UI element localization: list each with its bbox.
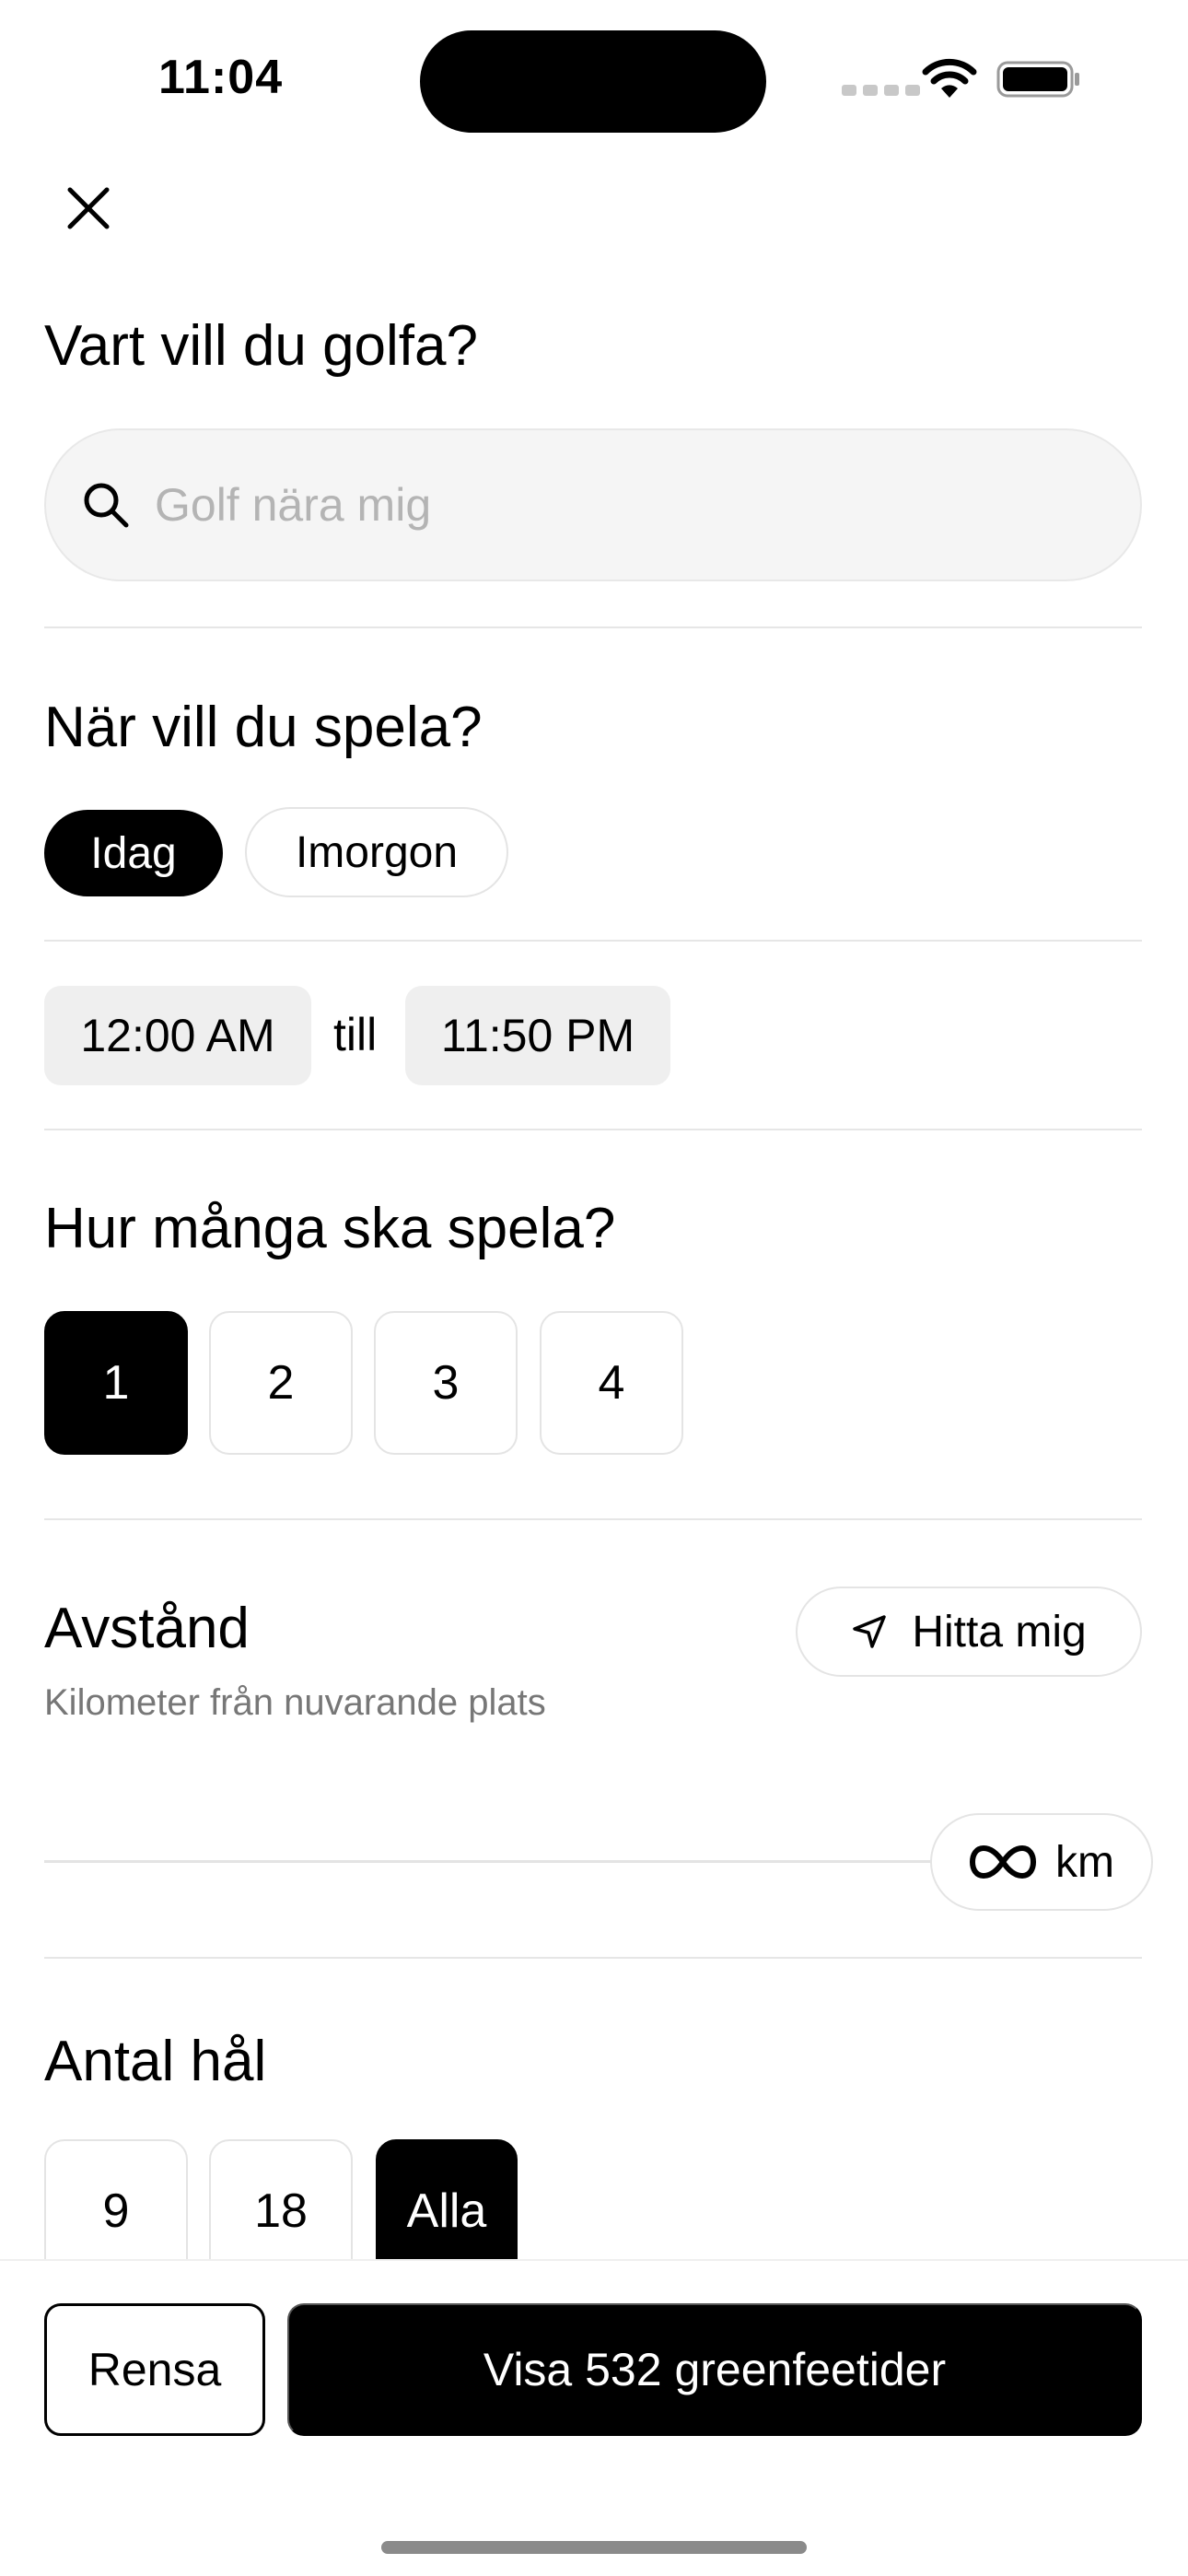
when-heading: När vill du spela?	[44, 696, 483, 759]
players-option-1[interactable]: 1	[44, 1311, 188, 1455]
holes-option-9[interactable]: 9	[44, 2139, 188, 2259]
day-option-today[interactable]: Idag	[44, 810, 223, 896]
divider	[44, 626, 1142, 628]
battery-icon	[996, 61, 1079, 98]
distance-unit: km	[1055, 1837, 1114, 1887]
close-button[interactable]	[57, 177, 120, 240]
status-time: 11:04	[158, 51, 284, 104]
distance-subtext: Kilometer från nuvarande plats	[44, 1682, 546, 1723]
divider	[44, 940, 1142, 942]
distance-slider-track[interactable]	[44, 1860, 974, 1863]
home-indicator	[381, 2541, 807, 2554]
location-arrow-icon	[853, 1615, 887, 1648]
distance-slider-handle[interactable]: km	[930, 1813, 1153, 1911]
search-icon	[74, 473, 138, 537]
close-icon	[67, 187, 110, 229]
start-time-picker[interactable]: 12:00 AM	[44, 986, 311, 1085]
clear-button[interactable]: Rensa	[44, 2303, 265, 2436]
divider	[44, 1129, 1142, 1130]
holes-heading: Antal hål	[44, 2030, 267, 2093]
divider	[44, 1518, 1142, 1520]
show-results-button[interactable]: Visa 532 greenfeetider	[287, 2303, 1142, 2436]
holes-option-18[interactable]: 18	[209, 2139, 353, 2259]
search-input[interactable]	[155, 478, 1076, 532]
dynamic-island	[420, 30, 766, 133]
divider	[44, 1957, 1142, 1959]
find-me-button[interactable]: Hitta mig	[796, 1587, 1142, 1677]
search-bar[interactable]	[44, 428, 1142, 581]
find-me-label: Hitta mig	[912, 1607, 1087, 1657]
players-option-3[interactable]: 3	[374, 1311, 518, 1455]
holes-option-all[interactable]: Alla	[376, 2139, 518, 2259]
day-option-tomorrow[interactable]: Imorgon	[245, 807, 508, 897]
players-option-4[interactable]: 4	[540, 1311, 683, 1455]
time-separator: till	[333, 1009, 378, 1060]
infinity-icon	[969, 1844, 1037, 1879]
wifi-icon	[922, 58, 977, 98]
cellular-signal-icon	[842, 85, 920, 96]
holes-options: 9 18 Alla	[0, 2128, 1188, 2259]
status-bar: 11:04	[0, 0, 1188, 157]
end-time-picker[interactable]: 11:50 PM	[405, 986, 670, 1085]
players-option-2[interactable]: 2	[209, 1311, 353, 1455]
distance-heading: Avstånd	[44, 1597, 250, 1660]
players-heading: Hur många ska spela?	[44, 1197, 616, 1260]
location-heading: Vart vill du golfa?	[44, 314, 478, 378]
